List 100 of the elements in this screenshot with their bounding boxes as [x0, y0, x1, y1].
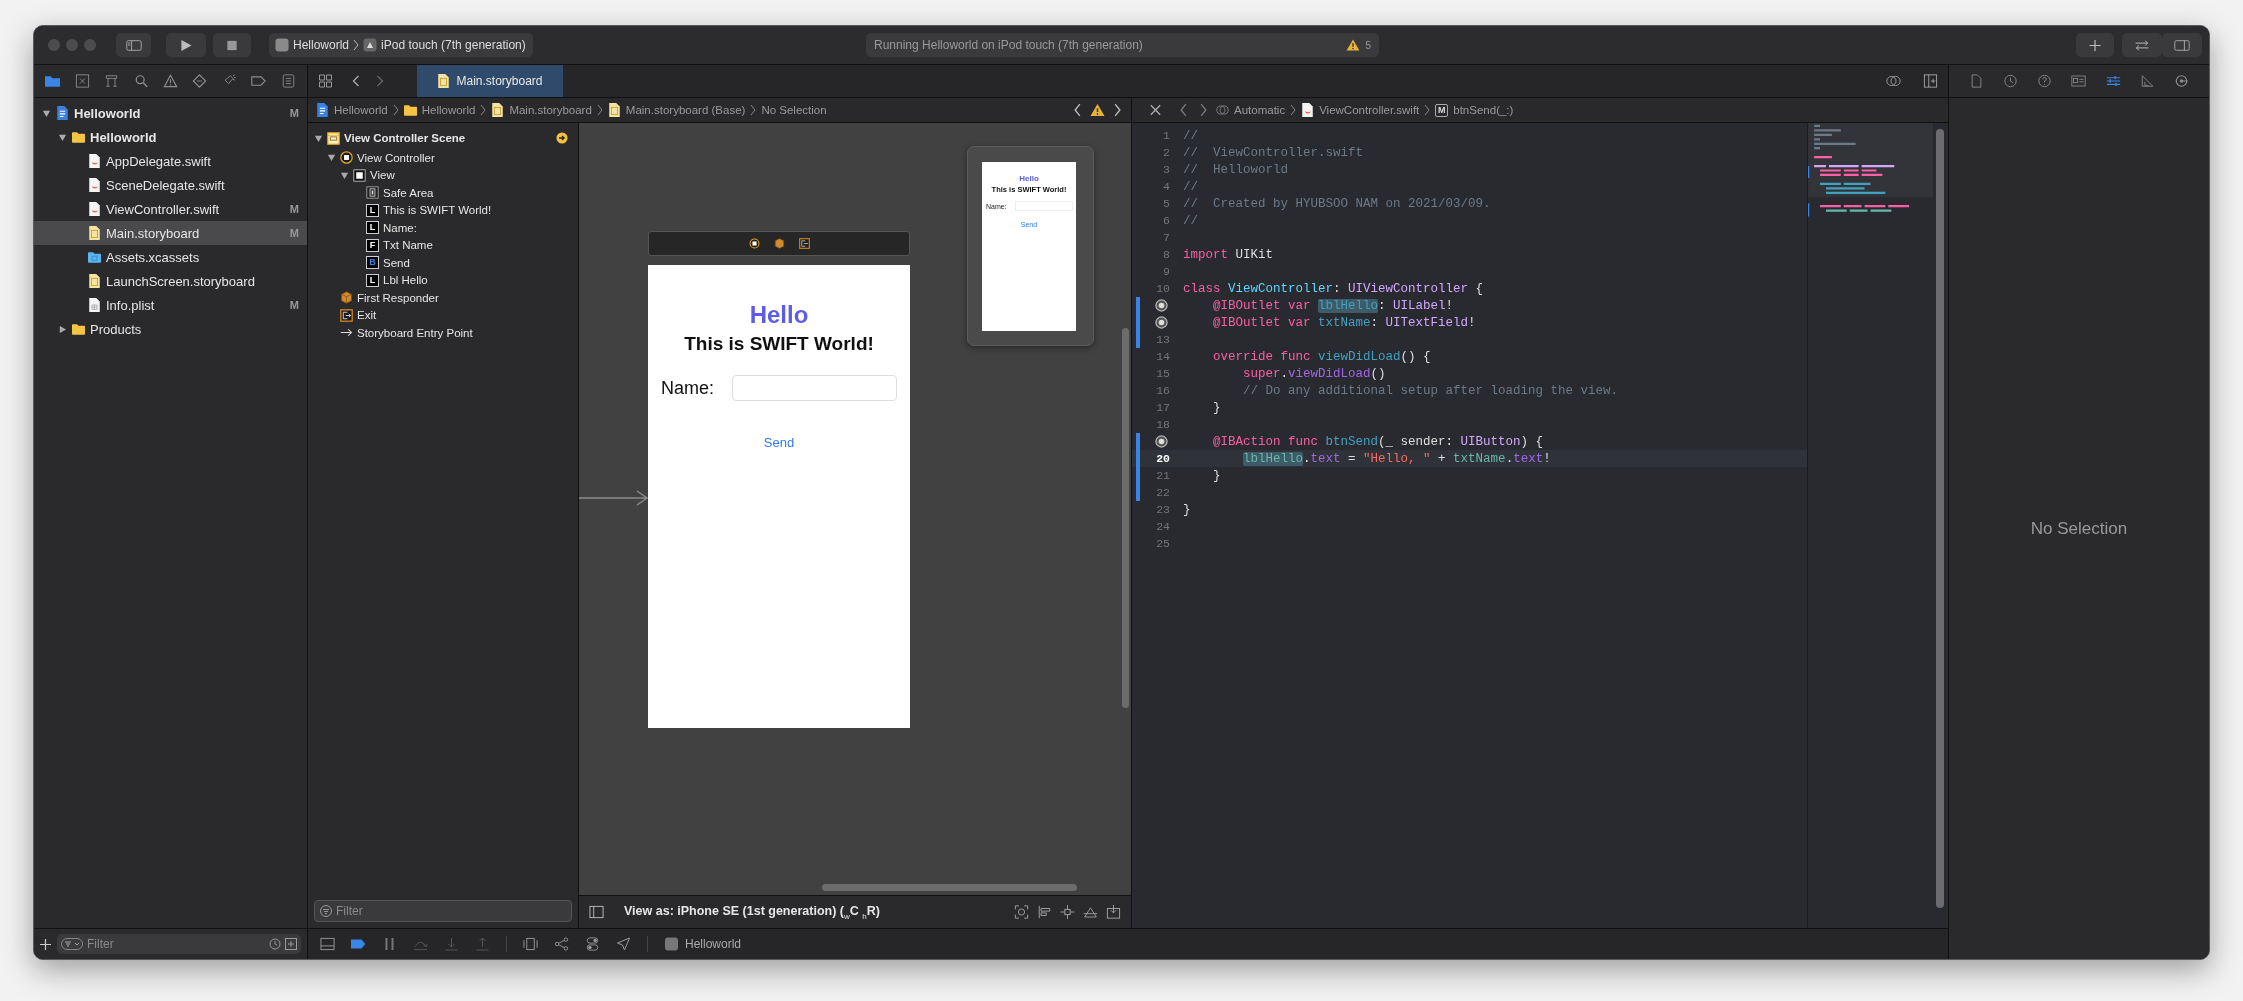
navigator-tab[interactable] — [251, 74, 267, 88]
outline-item-name[interactable]: Txt Name — [383, 239, 568, 252]
resolve-icon[interactable] — [1083, 905, 1098, 919]
disclosure-triangle-icon[interactable] — [58, 324, 67, 334]
inspector-tab[interactable] — [2174, 74, 2190, 88]
navigator-row[interactable]: Main.storyboard M — [34, 221, 307, 245]
outline-item-name[interactable]: Name: — [383, 221, 568, 234]
inspector-toggle-button[interactable] — [2162, 33, 2202, 57]
hello-label[interactable]: Hello — [749, 301, 809, 329]
embed-icon[interactable] — [1106, 905, 1121, 919]
exit-icon[interactable] — [798, 238, 810, 249]
entry-point-arrow[interactable] — [579, 490, 649, 506]
location-icon[interactable] — [616, 937, 631, 951]
environment-overrides-icon[interactable] — [585, 937, 600, 951]
disclosure-triangle-icon[interactable] — [42, 108, 51, 118]
inspector-tab[interactable] — [2105, 74, 2121, 88]
navigator-tab[interactable] — [74, 74, 90, 88]
inspector-tab[interactable] — [2071, 74, 2087, 88]
name-label[interactable]: Name: — [661, 377, 731, 399]
outlet-connection-icon[interactable] — [1155, 299, 1168, 312]
outlet-connection-icon[interactable] — [1155, 435, 1168, 448]
outline-item-name[interactable]: View Controller — [357, 151, 568, 164]
outline-item-name[interactable]: Safe Area — [383, 186, 568, 199]
source-control-filter-icon[interactable] — [285, 938, 297, 950]
tab-label[interactable]: Main.storyboard — [456, 74, 543, 88]
navigator-tab[interactable] — [133, 74, 149, 88]
navigator-row[interactable]: AppDelegate.swift — [34, 149, 307, 173]
warning-icon[interactable] — [1346, 39, 1361, 51]
sidebar-icon[interactable] — [589, 905, 604, 919]
align-icon[interactable] — [1037, 905, 1052, 919]
breakpoint-icon[interactable] — [351, 937, 366, 951]
breadcrumb-item[interactable]: Automatic — [1234, 104, 1286, 116]
navigator-row[interactable]: Helloworld M — [34, 101, 307, 125]
vertical-scrollbar[interactable] — [1936, 129, 1944, 908]
inspector-tab[interactable] — [2037, 74, 2053, 88]
filter-menu-icon[interactable] — [61, 938, 83, 950]
run-button[interactable] — [166, 33, 206, 57]
warning-icon[interactable] — [1090, 103, 1105, 117]
breadcrumb-item[interactable]: Helloworld — [421, 104, 476, 116]
horizontal-scrollbar[interactable] — [822, 884, 1077, 891]
arrow-circle-icon[interactable] — [556, 132, 568, 144]
split-editor-icon[interactable] — [1923, 74, 1938, 88]
navigator-tab[interactable] — [280, 74, 296, 88]
outlet-connection-icon[interactable] — [1155, 316, 1168, 329]
add-icon[interactable] — [40, 938, 51, 950]
outline-item-name[interactable]: This is SWIFT World! — [383, 204, 568, 217]
breadcrumb-item[interactable]: btnSend(_:) — [1453, 104, 1514, 116]
navigator-row[interactable]: ViewController.swift M — [34, 197, 307, 221]
breadcrumb-item[interactable]: Main.storyboard (Base) — [625, 104, 746, 116]
inspector-tab[interactable] — [2002, 74, 2018, 88]
inspector-tab[interactable] — [1968, 74, 1984, 88]
inspector-tab[interactable] — [2140, 74, 2156, 88]
warning-count[interactable]: 5 — [1365, 39, 1371, 51]
navigator-row[interactable]: Helloworld — [34, 125, 307, 149]
disclosure-triangle-icon[interactable] — [58, 132, 67, 142]
navigator-tab[interactable] — [104, 74, 120, 88]
outline-item-name[interactable]: Exit — [357, 309, 568, 322]
breadcrumb-item[interactable]: Helloworld — [334, 104, 388, 116]
swap-arrows-button[interactable] — [2122, 33, 2162, 57]
disclosure-triangle-icon[interactable] — [314, 133, 323, 143]
add-button[interactable] — [2076, 33, 2114, 57]
device-configuration[interactable]: View as: iPhone SE (1st generation) ($_{w}$C $_{h}$R) — [624, 903, 880, 921]
send-button[interactable]: Send — [763, 435, 795, 450]
outline-item-name[interactable]: First Responder — [357, 291, 568, 304]
disclosure-triangle-icon[interactable] — [340, 170, 349, 180]
target-name[interactable]: Helloworld — [685, 937, 742, 951]
breadcrumb-item[interactable]: Main.storyboard — [509, 104, 592, 116]
filter-field[interactable]: Filter — [57, 934, 301, 954]
stop-button[interactable] — [213, 33, 251, 57]
view-controller-icon[interactable] — [748, 238, 760, 249]
outline-item-name[interactable]: View Controller Scene — [344, 132, 552, 144]
navigator-row[interactable]: Assets.xcassets — [34, 245, 307, 269]
navigator-row[interactable]: Products — [34, 317, 307, 341]
destination-name[interactable]: iPod touch (7th generation) — [381, 38, 526, 52]
close-icon[interactable] — [1148, 103, 1163, 117]
filter-field[interactable]: Filter — [314, 900, 572, 922]
grid-icon[interactable] — [318, 74, 333, 88]
outline-item-name[interactable]: Storyboard Entry Point — [357, 326, 568, 339]
navigator-row[interactable]: SceneDelegate.swift — [34, 173, 307, 197]
navigator-tab[interactable] — [192, 74, 208, 88]
subtitle-label[interactable]: This is SWIFT World! — [684, 333, 874, 355]
navigator-row[interactable]: LaunchScreen.storyboard — [34, 269, 307, 293]
navigator-tab[interactable] — [45, 74, 61, 88]
vertical-scrollbar[interactable] — [1122, 328, 1129, 708]
memory-graph-icon[interactable] — [554, 937, 569, 951]
scheme-name[interactable]: Helloworld — [293, 38, 350, 52]
navigator-row[interactable]: Info.plist M — [34, 293, 307, 317]
panel-toggle-icon[interactable] — [320, 937, 335, 951]
update-frames-icon[interactable] — [1014, 905, 1029, 919]
name-text-field[interactable] — [732, 375, 897, 401]
pin-icon[interactable] — [1060, 905, 1075, 919]
breadcrumb-item[interactable]: No Selection — [761, 104, 827, 116]
outline-item-name[interactable]: View — [370, 169, 568, 182]
navigator-tab[interactable] — [162, 74, 178, 88]
filter-input[interactable]: Filter — [336, 904, 566, 918]
outline-item-name[interactable]: Send — [383, 256, 568, 269]
clock-icon[interactable] — [269, 938, 281, 950]
overlapping-circles-icon[interactable] — [1886, 74, 1901, 88]
editor-tab[interactable]: Main.storyboard — [417, 65, 563, 97]
view-hierarchy-icon[interactable] — [523, 937, 538, 951]
